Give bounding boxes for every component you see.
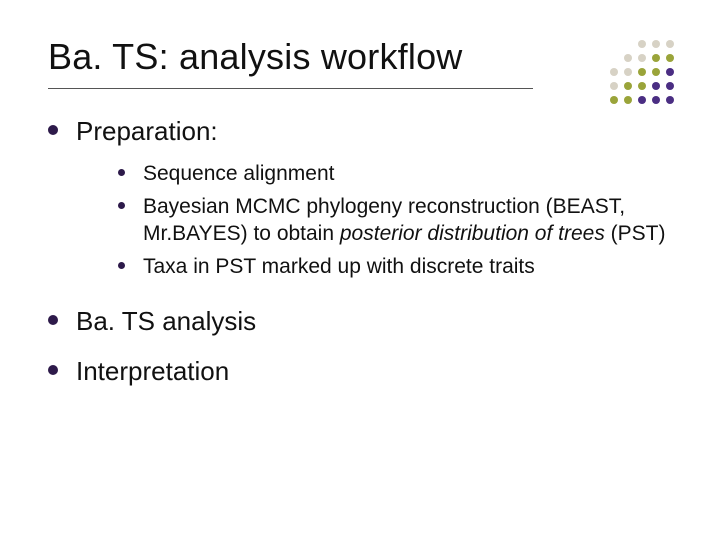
- dot-icon: [666, 96, 674, 104]
- slide: Ba. TS: analysis workflow Preparation: Se…: [0, 0, 720, 540]
- dot-icon: [624, 96, 632, 104]
- bullet-content: Preparation: Sequence alignment Bayesian M…: [76, 115, 672, 287]
- slide-title: Ba. TS: analysis workflow: [48, 36, 672, 86]
- sub-bullet-item: Bayesian MCMC phylogeny reconstruction (…: [118, 193, 672, 248]
- sub-bullet-label: Taxa in PST marked up with discrete trai…: [143, 253, 535, 280]
- sub-bullet-label: Sequence alignment: [143, 160, 334, 187]
- bullet-icon: [118, 262, 125, 269]
- bullet-label: Preparation:: [76, 115, 672, 148]
- dot-icon: [638, 96, 646, 104]
- bullet-icon: [48, 365, 58, 375]
- bullet-icon: [118, 169, 125, 176]
- title-block: Ba. TS: analysis workflow: [48, 36, 672, 89]
- sub-bullet-list: Sequence alignment Bayesian MCMC phylogen…: [118, 160, 672, 281]
- bullet-icon: [48, 125, 58, 135]
- slide-body: Preparation: Sequence alignment Bayesian M…: [48, 115, 672, 388]
- bullet-icon: [118, 202, 125, 209]
- bullet-content: Ba. TS analysis: [76, 305, 256, 338]
- bullet-content: Interpretation: [76, 355, 229, 388]
- sub-bullet-item: Sequence alignment: [118, 160, 672, 187]
- bullet-item: Interpretation: [48, 355, 672, 388]
- bullet-item: Preparation: Sequence alignment Bayesian M…: [48, 115, 672, 287]
- bullet-label: Interpretation: [76, 355, 229, 388]
- bullet-icon: [48, 315, 58, 325]
- dot-icon: [652, 96, 660, 104]
- bullet-list: Preparation: Sequence alignment Bayesian M…: [48, 115, 672, 388]
- sub-bullet-item: Taxa in PST marked up with discrete trai…: [118, 253, 672, 280]
- sub-bullet-label: Bayesian MCMC phylogeny reconstruction (…: [143, 193, 672, 248]
- title-underline: [48, 88, 533, 89]
- bullet-label: Ba. TS analysis: [76, 305, 256, 338]
- bullet-item: Ba. TS analysis: [48, 305, 672, 338]
- dot-icon: [610, 96, 618, 104]
